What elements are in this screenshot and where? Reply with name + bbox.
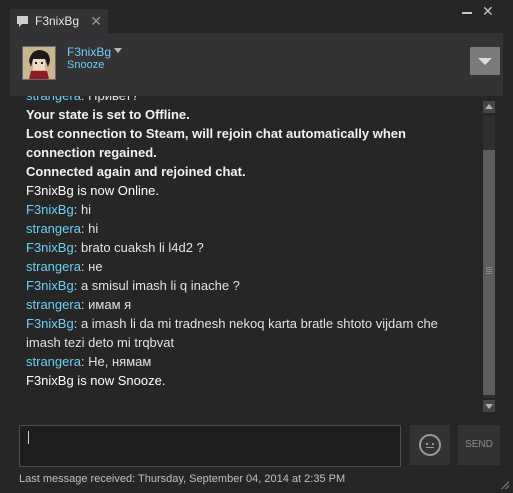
menu-dropdown-icon bbox=[478, 58, 492, 65]
minimize-icon[interactable] bbox=[462, 10, 472, 14]
chat-message: F3nixBg: a imash li da mi tradnesh nekoq… bbox=[26, 314, 476, 352]
chat-message: Your state is set to Offline. bbox=[26, 105, 476, 124]
message-text: имам я bbox=[88, 297, 132, 312]
scroll-down-button[interactable] bbox=[483, 400, 495, 412]
dropdown-icon[interactable] bbox=[114, 48, 122, 53]
status-message: F3nixBg is now Online. bbox=[26, 183, 159, 198]
chat-message: strangera: не bbox=[26, 257, 476, 276]
chat-message: strangera: hi bbox=[26, 219, 476, 238]
avatar-image bbox=[23, 47, 55, 79]
grip-icon bbox=[486, 267, 492, 275]
chat-log[interactable]: strangera: Привет? Your state is set to O… bbox=[10, 96, 503, 420]
system-message: Your state is set to Offline. bbox=[26, 107, 190, 122]
tab-chat[interactable]: F3nixBg ✕ bbox=[10, 9, 108, 33]
avatar[interactable] bbox=[22, 46, 56, 80]
chat-message: F3nixBg: a smisul imash li q inache ? bbox=[26, 276, 476, 295]
chat-icon bbox=[17, 16, 28, 27]
persona-status: Snooze bbox=[67, 59, 105, 71]
scrollbar-thumb[interactable] bbox=[483, 150, 495, 395]
message-text: a imash li da mi tradnesh nekoq karta br… bbox=[26, 316, 438, 350]
chat-message: F3nixBg is now Snooze. bbox=[26, 371, 476, 390]
chat-message: strangera: имам я bbox=[26, 295, 476, 314]
system-message: Connected again and rejoined chat. bbox=[26, 164, 246, 179]
message-text: Привет? bbox=[88, 96, 139, 103]
chat-message: Connected again and rejoined chat. bbox=[26, 162, 476, 181]
window-close-icon[interactable]: ✕ bbox=[482, 3, 494, 20]
status-message: F3nixBg is now Snooze. bbox=[26, 373, 166, 388]
emoticon-icon bbox=[419, 434, 441, 456]
chat-message: F3nixBg is now Online. bbox=[26, 181, 476, 200]
system-message: Lost connection to Steam, will rejoin ch… bbox=[26, 126, 406, 160]
scroll-up-button[interactable] bbox=[483, 101, 495, 113]
chat-message: Lost connection to Steam, will rejoin ch… bbox=[26, 124, 476, 162]
tab-bar: F3nixBg ✕ ✕ bbox=[0, 0, 513, 33]
sender-separator: : bbox=[73, 316, 81, 331]
message-sender[interactable]: F3nixBg bbox=[26, 278, 74, 293]
sender-separator: : bbox=[73, 240, 81, 255]
scroll-up-icon bbox=[485, 104, 493, 109]
message-text: hi bbox=[80, 202, 92, 217]
send-button[interactable]: SEND bbox=[458, 425, 500, 465]
menu-dropdown-button[interactable] bbox=[470, 47, 500, 75]
message-sender[interactable]: strangera bbox=[26, 221, 81, 236]
message-sender[interactable]: strangera bbox=[26, 259, 81, 274]
message-input[interactable] bbox=[19, 425, 401, 467]
chat-message: F3nixBg: hi bbox=[26, 200, 476, 219]
chat-message: strangera: Привет? bbox=[26, 96, 476, 105]
message-text: hi bbox=[88, 221, 99, 236]
message-list: strangera: Привет? Your state is set to O… bbox=[26, 96, 476, 390]
message-sender[interactable]: strangera bbox=[26, 96, 81, 103]
message-sender[interactable]: strangera bbox=[26, 354, 81, 369]
scroll-down-icon bbox=[485, 404, 493, 409]
message-sender[interactable]: strangera bbox=[26, 297, 81, 312]
sender-separator: : bbox=[73, 202, 81, 217]
message-sender[interactable]: F3nixBg bbox=[26, 202, 74, 217]
chat-message: F3nixBg: brato cuaksh li l4d2 ? bbox=[26, 238, 476, 257]
tab-title: F3nixBg bbox=[35, 14, 80, 28]
message-text: не bbox=[88, 259, 103, 274]
chat-header: F3nixBg Snooze bbox=[10, 33, 503, 96]
message-text: Не, нямам bbox=[88, 354, 152, 369]
message-sender[interactable]: F3nixBg bbox=[26, 240, 74, 255]
message-text: brato cuaksh li l4d2 ? bbox=[80, 240, 204, 255]
persona-name[interactable]: F3nixBg bbox=[67, 45, 111, 59]
resize-grip-icon[interactable] bbox=[501, 481, 509, 489]
chat-message: strangera: Не, нямам bbox=[26, 352, 476, 371]
emoticon-button[interactable] bbox=[410, 425, 450, 465]
message-sender[interactable]: F3nixBg bbox=[26, 316, 74, 331]
close-icon[interactable]: ✕ bbox=[90, 13, 102, 30]
message-text: a smisul imash li q inache ? bbox=[80, 278, 240, 293]
last-message-status: Last message received: Thursday, Septemb… bbox=[19, 473, 346, 485]
text-caret bbox=[28, 431, 29, 444]
sender-separator: : bbox=[73, 278, 81, 293]
